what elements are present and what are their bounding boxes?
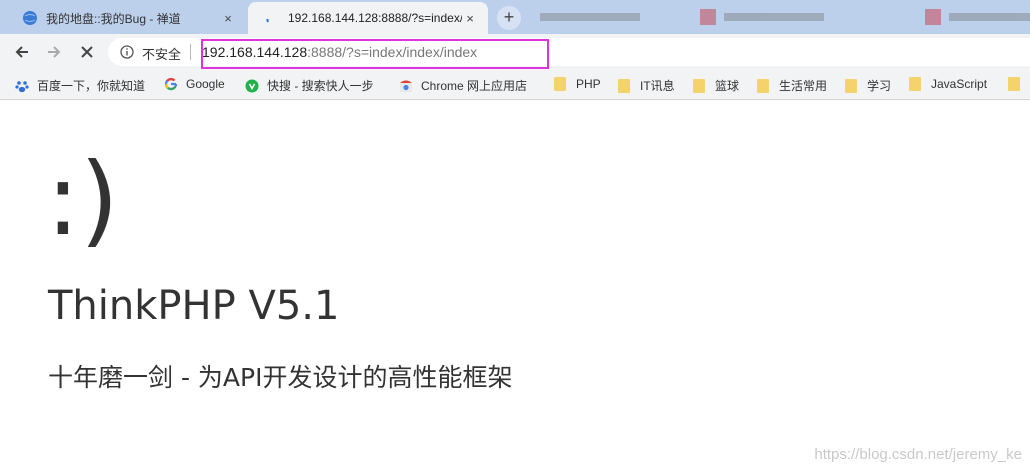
arrow-left-icon	[15, 46, 28, 58]
google-g-icon	[164, 77, 178, 91]
bookmark-label: 学习	[867, 79, 892, 93]
bookmark-folder-overflow[interactable]	[1008, 77, 1030, 91]
bookmark-label: Google	[186, 77, 225, 91]
kuaisou-icon	[245, 79, 259, 92]
bookmark-folder-php[interactable]: PHP	[554, 77, 601, 91]
folder-icon	[554, 77, 566, 91]
page-subtitle: 十年磨一剑 - 为API开发设计的高性能框架	[48, 363, 513, 392]
bookmark-label: 篮球	[715, 79, 740, 93]
background-tab-title	[724, 13, 824, 21]
tab-close-button[interactable]: ×	[462, 10, 478, 26]
bookmark-folder-it-news[interactable]: IT讯息	[618, 77, 675, 94]
info-icon[interactable]	[120, 45, 134, 59]
close-icon	[81, 46, 93, 58]
chrome-webstore-icon	[400, 80, 412, 92]
tab-title: 我的地盘::我的Bug - 禅道	[46, 11, 181, 26]
bookmark-folder-study[interactable]: 学习	[845, 77, 891, 94]
bookmark-folder-daily[interactable]: 生活常用	[757, 77, 827, 94]
background-tab[interactable]	[700, 6, 824, 28]
smiley-text: :)	[46, 141, 119, 258]
watermark: https://blog.csdn.net/jeremy_ke	[814, 446, 1022, 463]
folder-icon	[757, 78, 769, 93]
loading-spinner-icon	[266, 18, 269, 23]
divider	[190, 44, 191, 60]
tab-close-button[interactable]: ×	[220, 10, 236, 26]
folder-icon	[909, 77, 921, 91]
bookmarks-bar: 百度一下，你就知道 Google 快搜 - 搜索快人一步 Chrome 网上应用…	[0, 70, 1030, 100]
not-secure-label[interactable]: 不安全	[142, 44, 181, 63]
folder-icon	[1008, 77, 1020, 91]
bookmark-label: Chrome 网上应用店	[421, 79, 528, 93]
background-tab-title	[949, 13, 1030, 21]
back-button[interactable]	[9, 39, 35, 65]
globe-icon	[23, 11, 37, 25]
new-tab-button[interactable]: +	[497, 6, 521, 30]
bookmark-label: 快搜 - 搜索快人一步	[267, 79, 374, 93]
page-title: ThinkPHP V5.1	[48, 283, 340, 329]
url-highlight-box	[201, 39, 549, 69]
arrow-right-icon	[48, 46, 61, 58]
stop-loading-button[interactable]	[74, 39, 100, 65]
bookmark-folder-javascript[interactable]: JavaScript	[909, 77, 987, 91]
csdn-icon	[925, 9, 941, 25]
background-tab-title	[540, 13, 640, 21]
bookmark-label: PHP	[576, 77, 601, 91]
bookmark-kuaisou[interactable]: 快搜 - 搜索快人一步	[245, 77, 374, 94]
background-tab[interactable]	[540, 6, 640, 28]
folder-icon	[845, 78, 857, 93]
baidu-paw-icon	[15, 80, 29, 92]
bookmark-label: IT讯息	[640, 79, 675, 93]
bookmark-label: 生活常用	[779, 79, 828, 93]
csdn-icon	[700, 9, 716, 25]
folder-icon	[618, 78, 630, 93]
tab-thinkphp[interactable]: 192.168.144.128:8888/?s=index/index/inde…	[248, 2, 488, 34]
bookmark-chrome-webstore[interactable]: Chrome 网上应用店	[399, 77, 527, 94]
forward-button[interactable]	[41, 39, 67, 65]
bookmark-label: JavaScript	[931, 77, 988, 91]
bookmark-folder-basketball[interactable]: 篮球	[693, 77, 739, 94]
background-tab[interactable]	[925, 6, 1030, 28]
folder-icon	[693, 78, 705, 93]
bookmark-label: 百度一下，你就知道	[37, 79, 146, 93]
tab-title: 192.168.144.128:8888/?s=index/index/inde…	[288, 11, 462, 25]
bookmark-google[interactable]: Google	[164, 77, 225, 91]
tab-zentao-bugs[interactable]: 我的地盘::我的Bug - 禅道 ×	[6, 2, 246, 34]
tab-strip: 我的地盘::我的Bug - 禅道 × 192.168.144.128:8888/…	[0, 0, 1030, 34]
bookmark-baidu[interactable]: 百度一下，你就知道	[15, 77, 145, 94]
